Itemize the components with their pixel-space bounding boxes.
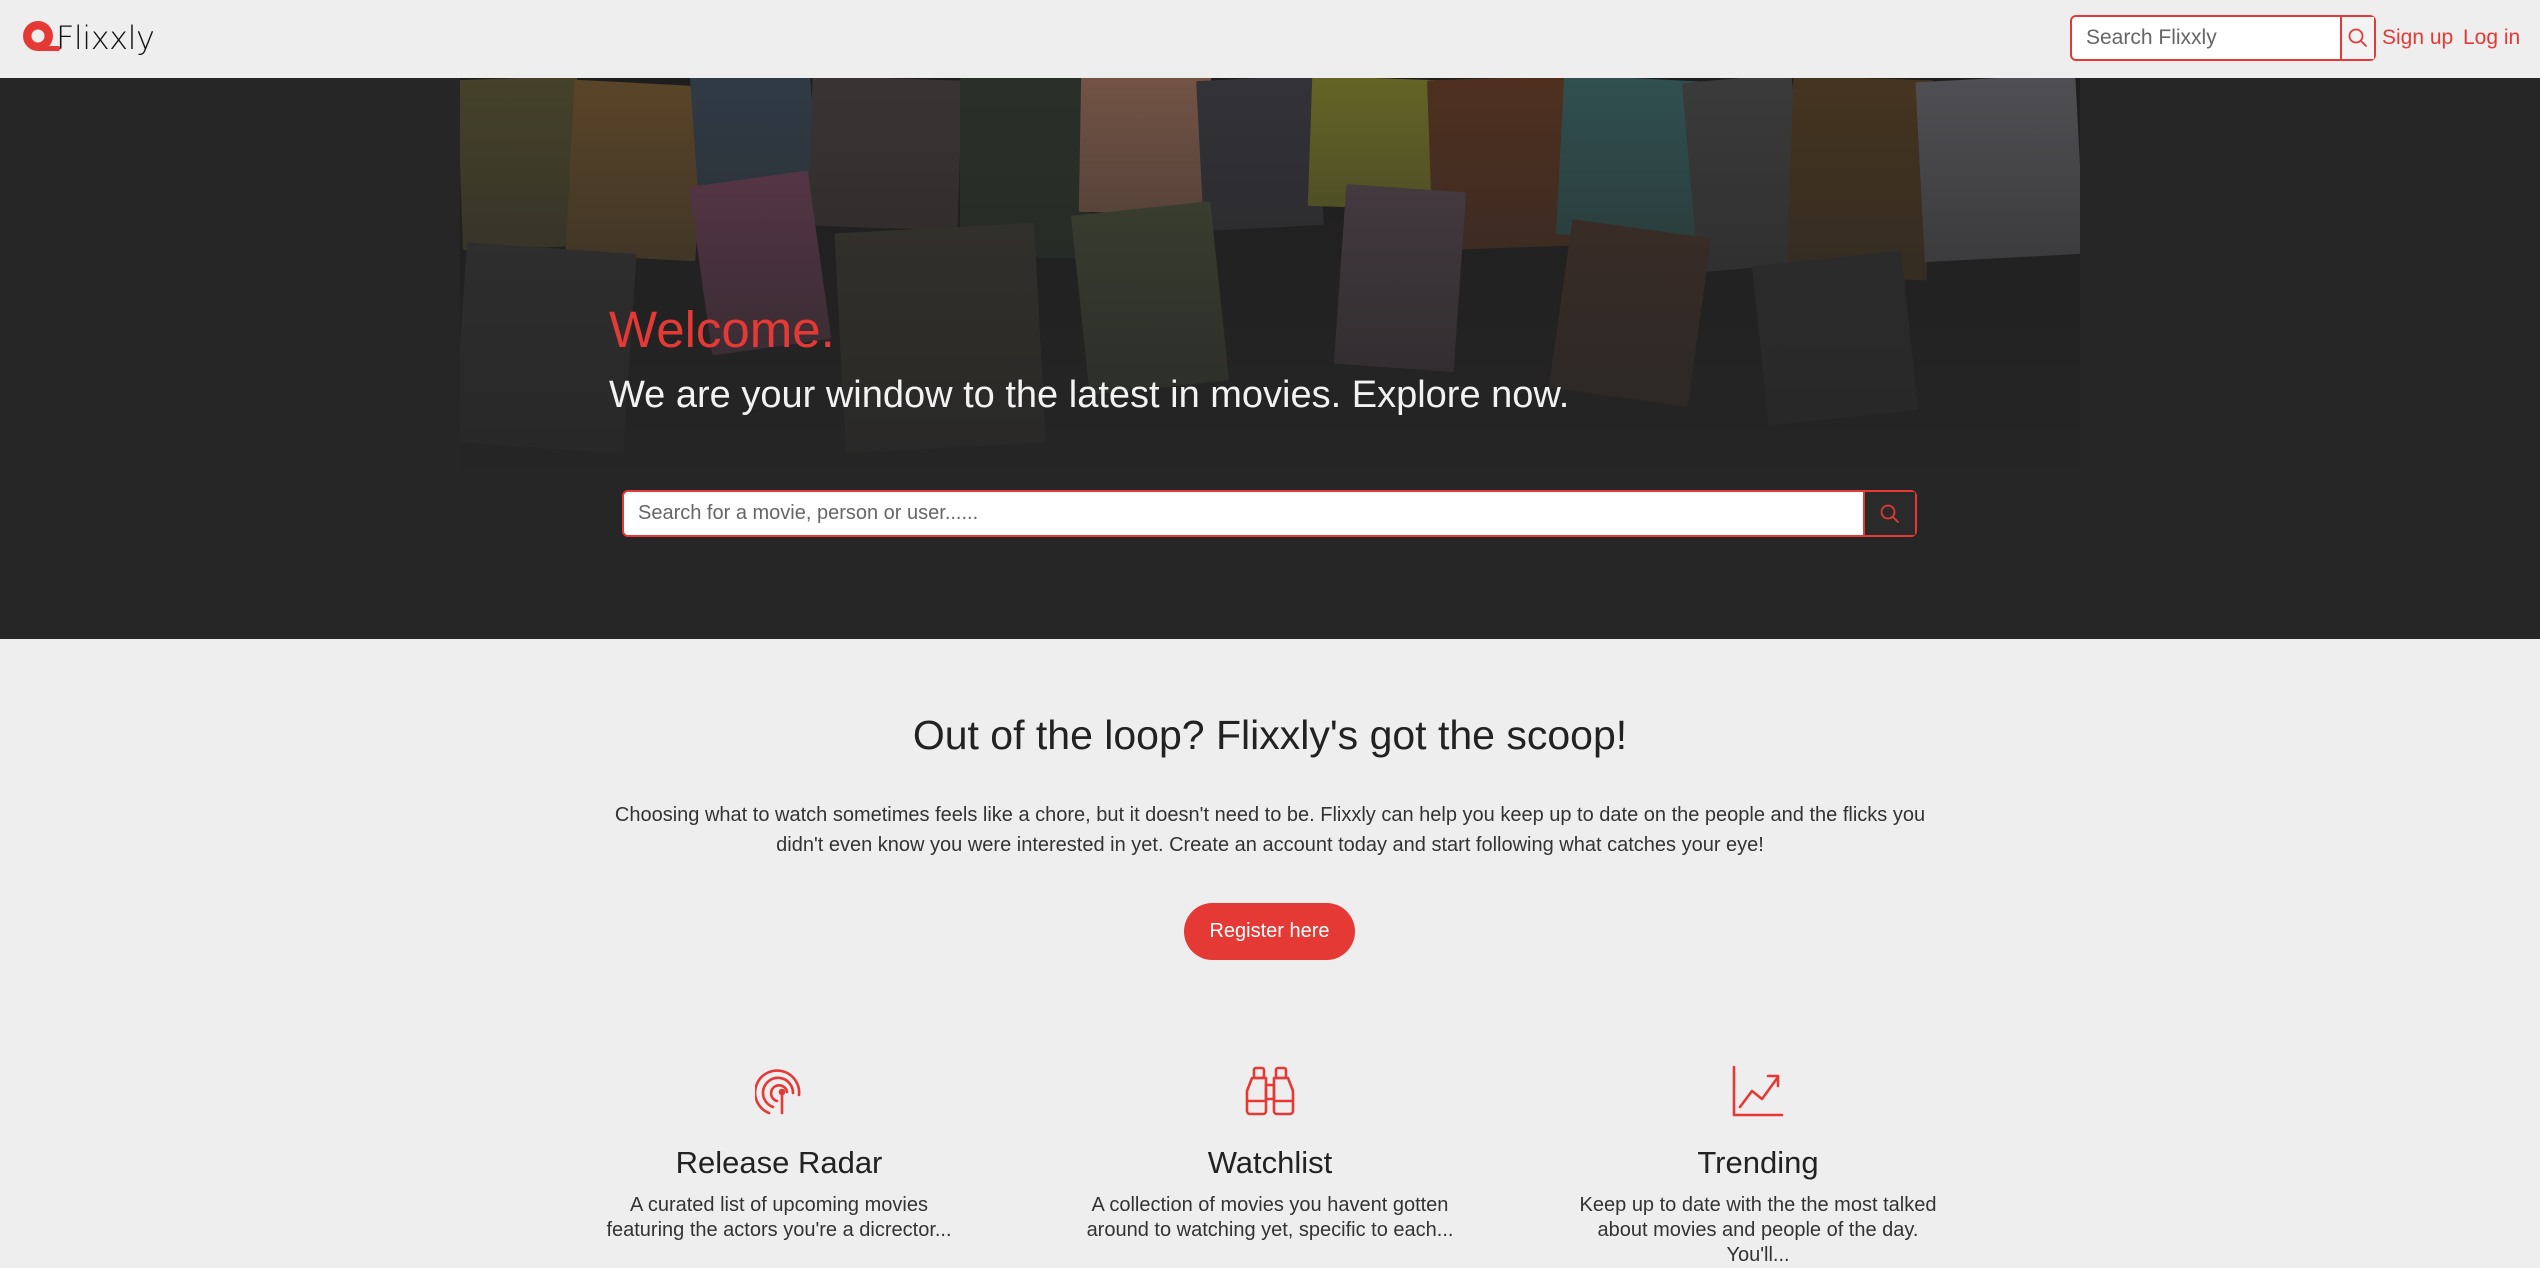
- search-icon: [2348, 28, 2367, 47]
- signup-link[interactable]: Sign up: [2382, 26, 2453, 50]
- poster-collage: [460, 78, 2080, 478]
- feature-trending: Trending Keep up to date with the the mo…: [1508, 1065, 2008, 1268]
- nav-search-input[interactable]: [2072, 17, 2340, 59]
- feature-title: Watchlist: [1207, 1145, 1333, 1180]
- feature-desc: Keep up to date with the the most talked…: [1579, 1194, 1937, 1266]
- feature-release-radar: Release Radar A curated list of upcoming…: [529, 1065, 1029, 1243]
- hero-search: [622, 490, 1917, 537]
- hero: Welcome. We are your window to the lates…: [0, 78, 2540, 639]
- feature-title: Trending: [1697, 1145, 1819, 1180]
- binoculars-icon: [1245, 1066, 1295, 1116]
- hero-tagline: We are your window to the latest in movi…: [609, 374, 1570, 416]
- intro-text: Choosing what to watch sometimes feels l…: [614, 804, 1926, 856]
- register-button[interactable]: Register here: [1184, 903, 1355, 960]
- brand-name: Flixxly: [56, 19, 155, 57]
- trending-icon: [1732, 1065, 1784, 1117]
- search-icon: [1880, 504, 1899, 523]
- feature-watchlist: Watchlist A collection of movies you hav…: [1020, 1065, 1520, 1243]
- navbar: Flixxly Sign up Log in: [0, 0, 2540, 79]
- brand-logo[interactable]: Flixxly: [18, 16, 155, 60]
- welcome-heading: Welcome.: [609, 301, 835, 358]
- hero-search-button[interactable]: [1863, 492, 1915, 535]
- radar-icon: [755, 1069, 801, 1115]
- intro-heading: Out of the loop? Flixxly's got the scoop…: [912, 712, 1628, 758]
- feature-desc: A collection of movies you havent gotten…: [1086, 1194, 1454, 1241]
- nav-search: [2070, 15, 2376, 61]
- login-link[interactable]: Log in: [2463, 26, 2520, 50]
- nav-search-button[interactable]: [2340, 17, 2374, 59]
- hero-search-input[interactable]: [624, 492, 1863, 535]
- feature-desc: A curated list of upcoming movies featur…: [606, 1194, 952, 1241]
- feature-title: Release Radar: [675, 1145, 883, 1180]
